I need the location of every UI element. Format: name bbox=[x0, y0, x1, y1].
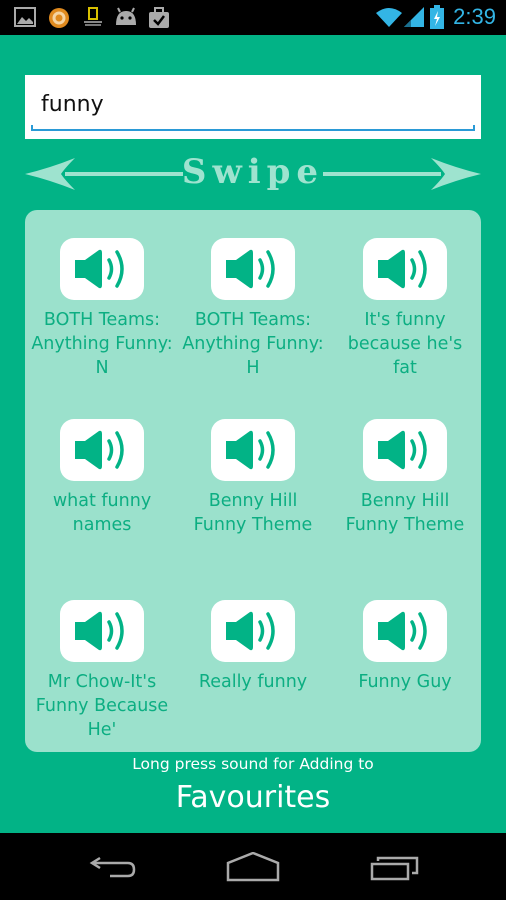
speaker-icon bbox=[226, 611, 275, 651]
favourites-button[interactable]: Favourites bbox=[0, 780, 506, 815]
battery-charging-icon bbox=[430, 5, 444, 33]
orange-app-icon bbox=[48, 7, 70, 33]
sound-label: Benny Hill Funny Theme bbox=[193, 491, 313, 535]
sound-label: Funny Guy bbox=[358, 672, 452, 692]
speaker-icon bbox=[378, 611, 427, 651]
sound-button[interactable] bbox=[363, 238, 447, 300]
arrow-right-icon bbox=[323, 158, 481, 190]
back-button[interactable] bbox=[78, 847, 148, 887]
recent-apps-button[interactable] bbox=[360, 847, 430, 887]
sound-button[interactable] bbox=[60, 600, 144, 662]
sound-button[interactable] bbox=[60, 238, 144, 300]
swipe-indicator[interactable]: Swipe bbox=[25, 150, 481, 198]
sound-item[interactable]: BOTH Teams: Anything Funny: N bbox=[27, 238, 177, 380]
sound-item[interactable]: BOTH Teams: Anything Funny: H bbox=[178, 238, 328, 380]
signal-icon bbox=[403, 6, 425, 32]
sound-label: Really funny bbox=[198, 672, 308, 692]
sound-button[interactable] bbox=[60, 419, 144, 481]
sound-item[interactable]: It's funny because he's fat bbox=[330, 238, 480, 380]
national-geographic-icon bbox=[82, 7, 104, 31]
sound-item[interactable]: Really funny bbox=[178, 600, 328, 694]
home-icon bbox=[226, 852, 280, 882]
speaker-icon bbox=[75, 430, 124, 470]
gallery-icon bbox=[14, 7, 36, 31]
android-icon bbox=[114, 7, 138, 31]
sound-button[interactable] bbox=[211, 238, 295, 300]
clock: 2:39 bbox=[453, 4, 496, 29]
sound-label: It's funny because he's fat bbox=[347, 310, 463, 378]
wifi-icon bbox=[375, 6, 403, 32]
speaker-icon bbox=[75, 249, 124, 289]
search-underline bbox=[31, 125, 475, 131]
speaker-icon bbox=[378, 430, 427, 470]
speaker-icon bbox=[226, 249, 275, 289]
speaker-icon bbox=[378, 249, 427, 289]
sound-item[interactable]: Benny Hill Funny Theme bbox=[178, 419, 328, 537]
long-press-hint: Long press sound for Adding to bbox=[132, 755, 374, 773]
recent-apps-icon bbox=[370, 856, 419, 881]
sound-item[interactable]: Benny Hill Funny Theme bbox=[330, 419, 480, 537]
sound-button[interactable] bbox=[363, 419, 447, 481]
search-input[interactable] bbox=[41, 89, 461, 119]
back-icon bbox=[89, 856, 136, 878]
briefcase-check-icon bbox=[148, 7, 170, 33]
sound-button[interactable] bbox=[211, 600, 295, 662]
app-content: Swipe BOTH Teams: Anything Funny: N BOTH… bbox=[0, 35, 506, 833]
sound-label: BOTH Teams: Anything Funny: N bbox=[31, 310, 173, 378]
sound-label: Benny Hill Funny Theme bbox=[345, 491, 465, 535]
speaker-icon bbox=[226, 430, 275, 470]
sound-item[interactable]: Funny Guy bbox=[330, 600, 480, 694]
navigation-bar bbox=[0, 833, 506, 900]
sound-label: what funny names bbox=[52, 491, 152, 535]
home-button[interactable] bbox=[218, 847, 288, 887]
sound-item[interactable]: what funny names bbox=[27, 419, 177, 537]
sound-label: Mr Chow-It's Funny Because He' bbox=[35, 672, 169, 740]
sound-label: BOTH Teams: Anything Funny: H bbox=[182, 310, 324, 378]
sound-button[interactable] bbox=[363, 600, 447, 662]
search-box[interactable] bbox=[25, 75, 481, 139]
speaker-icon bbox=[75, 611, 124, 651]
sound-grid: BOTH Teams: Anything Funny: N BOTH Teams… bbox=[25, 210, 481, 752]
status-bar: 2:39 bbox=[0, 0, 506, 35]
sound-item[interactable]: Mr Chow-It's Funny Because He' bbox=[27, 600, 177, 742]
sound-button[interactable] bbox=[211, 419, 295, 481]
